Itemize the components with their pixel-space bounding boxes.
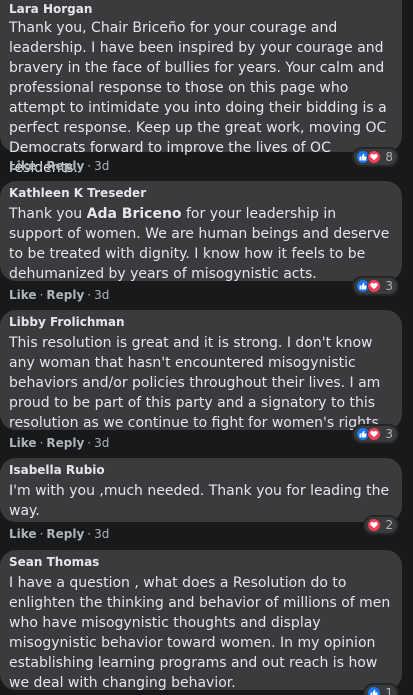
separator: · — [87, 436, 92, 450]
comment-text: I have a question , what does a Resoluti… — [9, 575, 391, 691]
comment-bubble: Libby Frolichman This resolution is grea… — [0, 310, 402, 431]
reply-link[interactable]: Reply — [46, 288, 84, 302]
comment-actions: Like · Reply · 3d — [9, 527, 109, 541]
like-link[interactable]: Like — [9, 159, 37, 173]
comment-bubble: Kathleen K Treseder Thank you Ada Bricen… — [0, 181, 402, 284]
separator: · — [39, 527, 44, 541]
comment-bubble: Lara Horgan Thank you, Chair Briceño for… — [0, 0, 402, 176]
reaction-summary[interactable]: 1 — [363, 683, 399, 695]
comment-text: This resolution is great and it is stron… — [9, 335, 384, 431]
reaction-summary[interactable]: 8 — [352, 147, 399, 167]
comment-author[interactable]: Sean Thomas — [9, 555, 394, 570]
like-link[interactable]: Like — [9, 436, 37, 450]
reaction-count: 3 — [385, 279, 393, 293]
reaction-count: 1 — [385, 686, 393, 695]
reaction-summary[interactable]: 3 — [352, 424, 399, 444]
comment-text: Thank you Ada Briceno for your leadershi… — [9, 204, 394, 284]
timestamp[interactable]: 3d — [94, 527, 109, 541]
like-link[interactable]: Like — [9, 527, 37, 541]
comment-text: I'm with you ,much needed. Thank you for… — [9, 483, 390, 519]
separator: · — [39, 159, 44, 173]
separator: · — [39, 436, 44, 450]
timestamp[interactable]: 3d — [94, 288, 109, 302]
heart-icon — [367, 518, 382, 532]
reaction-count: 3 — [385, 427, 393, 441]
comment-author[interactable]: Libby Frolichman — [9, 315, 394, 330]
comment-actions: Like · Reply · 3d — [9, 159, 109, 173]
comment-feed: Lara Horgan Thank you, Chair Briceño for… — [0, 0, 413, 695]
comment-actions: Like · Reply · 3d — [9, 288, 109, 302]
heart-icon — [367, 427, 382, 441]
heart-icon — [367, 279, 382, 293]
comment-author[interactable]: Isabella Rubio — [9, 463, 394, 478]
comment-author[interactable]: Kathleen K Treseder — [9, 186, 394, 201]
reply-link[interactable]: Reply — [46, 436, 84, 450]
comment-text: Thank you, Chair Briceño for your courag… — [9, 20, 387, 176]
reply-link[interactable]: Reply — [46, 527, 84, 541]
separator: · — [87, 159, 92, 173]
separator: · — [87, 527, 92, 541]
thumbs-up-icon — [367, 686, 382, 695]
timestamp[interactable]: 3d — [94, 436, 109, 450]
reaction-summary[interactable]: 3 — [352, 276, 399, 296]
reaction-count: 8 — [385, 150, 393, 164]
like-link[interactable]: Like — [9, 288, 37, 302]
reaction-summary[interactable]: 2 — [363, 515, 399, 535]
timestamp[interactable]: 3d — [94, 159, 109, 173]
reply-link[interactable]: Reply — [46, 159, 84, 173]
separator: · — [87, 288, 92, 302]
heart-icon — [367, 150, 382, 164]
mention-link[interactable]: Ada Briceno — [87, 206, 182, 222]
reaction-count: 2 — [385, 518, 393, 532]
comment-actions: Like · Reply · 3d — [9, 436, 109, 450]
comment-author[interactable]: Lara Horgan — [9, 2, 394, 17]
comment-bubble: Sean Thomas I have a question , what doe… — [0, 550, 402, 691]
comment-bubble: Isabella Rubio I'm with you ,much needed… — [0, 458, 402, 522]
comment-text-part: Thank you — [9, 206, 87, 222]
separator: · — [39, 288, 44, 302]
